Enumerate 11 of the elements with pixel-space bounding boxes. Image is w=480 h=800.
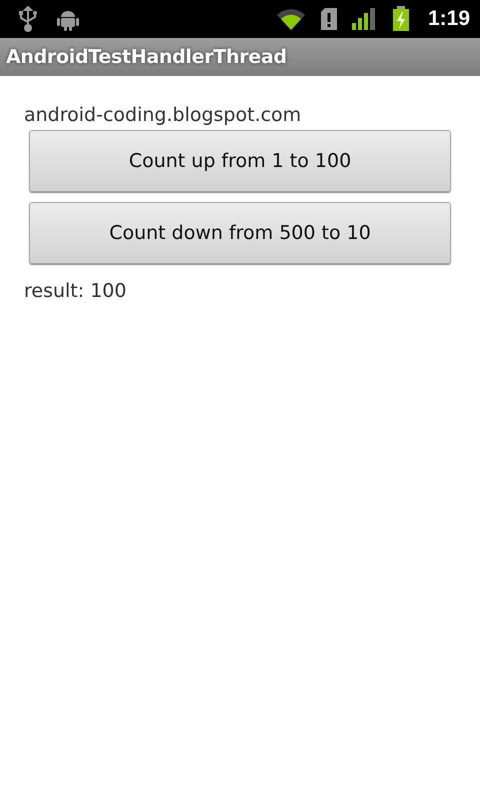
clock-time: 1:19 xyxy=(428,7,470,31)
count-button[interactable]: Count down from 500 to 10 xyxy=(29,202,451,264)
sd-card-warning-icon xyxy=(320,7,338,31)
count-button[interactable]: Count up from 1 to 100 xyxy=(29,130,451,192)
wifi-icon xyxy=(276,7,306,31)
signal-bars-icon xyxy=(352,7,378,31)
usb-icon xyxy=(18,6,38,32)
battery-charging-icon xyxy=(392,6,410,32)
app-title: AndroidTestHandlerThread xyxy=(6,46,287,68)
website-text: android-coding.blogspot.com xyxy=(24,103,302,128)
result-text: result: 100 xyxy=(24,279,126,304)
